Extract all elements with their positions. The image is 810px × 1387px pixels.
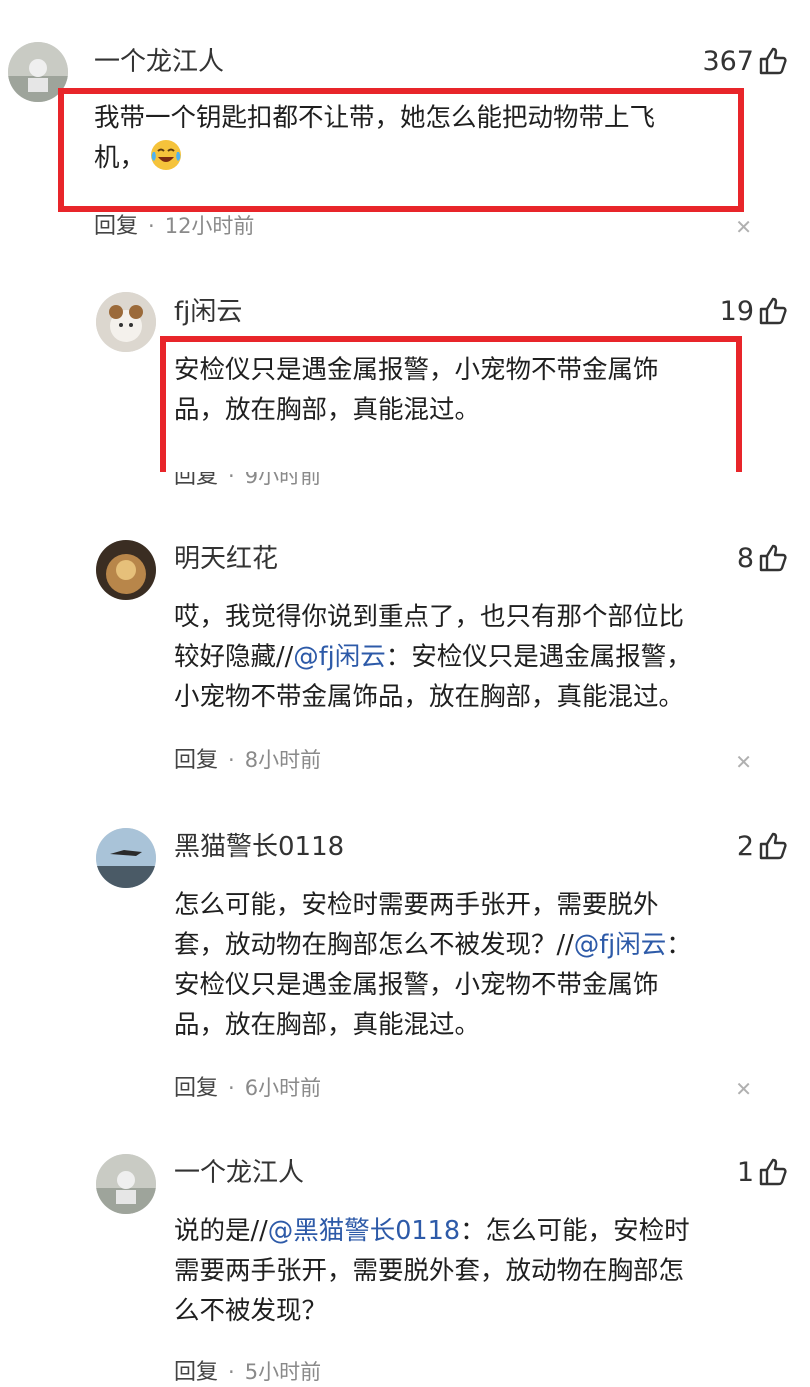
- avatar[interactable]: [96, 292, 156, 352]
- avatar[interactable]: [96, 828, 156, 888]
- thumbs-up-icon[interactable]: [758, 46, 788, 76]
- comment-text-line: 么不被发现？: [174, 1296, 328, 1326]
- separator-dot: ·: [228, 748, 235, 772]
- timestamp: 6小时前: [244, 1076, 322, 1100]
- close-icon[interactable]: ✕: [735, 752, 752, 772]
- thumbs-up-icon[interactable]: [758, 543, 788, 573]
- comment-text-line: 安检仪只是遇金属报警，小宠物不带金属饰: [174, 355, 659, 385]
- laughing-crying-emoji: [151, 140, 182, 170]
- highlight-box-cover: [166, 460, 736, 472]
- comment-text-fragment: ：安检仪只是遇金属报警，: [385, 642, 692, 672]
- comment-meta: 回复 · 12小时前: [94, 212, 254, 241]
- comment-text-line: 套，放动物在胸部怎么不被发现？//@fj闲云：: [174, 925, 692, 965]
- comment-text-line: 怎么可能，安检时需要两手张开，需要脱外: [174, 890, 659, 920]
- username[interactable]: 明天红花: [174, 542, 278, 576]
- avatar[interactable]: [8, 42, 68, 102]
- comment-text-line: 说的是//@黑猫警长0118：怎么可能，安检时: [174, 1211, 690, 1251]
- timestamp: 5小时前: [244, 1360, 322, 1384]
- timestamp: 12小时前: [164, 214, 255, 238]
- comment-meta: 回复 · 5小时前: [174, 1358, 321, 1387]
- comment-text-fragment: ：: [666, 930, 692, 960]
- username[interactable]: 一个龙江人: [174, 1156, 304, 1190]
- username[interactable]: 黑猫警长0118: [174, 830, 344, 864]
- mention-link[interactable]: @黑猫警长0118: [268, 1216, 460, 1246]
- comment-meta: 回复 · 6小时前: [174, 1074, 321, 1103]
- comment-text-line: 安检仪只是遇金属报警，小宠物不带金属饰: [174, 970, 659, 1000]
- separator-dot: ·: [228, 1360, 235, 1384]
- mention-link[interactable]: @fj闲云: [574, 930, 667, 960]
- like-count: 1: [736, 1157, 754, 1188]
- reply-button[interactable]: 回复: [94, 214, 138, 239]
- separator-dot: ·: [228, 1076, 235, 1100]
- username[interactable]: fj闲云: [174, 295, 242, 329]
- comment-text-fragment: 较好隐藏//: [174, 642, 294, 672]
- reply-button[interactable]: 回复: [174, 1076, 218, 1101]
- like-count: 19: [719, 296, 754, 327]
- thumbs-up-icon[interactable]: [758, 1157, 788, 1187]
- comment-text-line: 小宠物不带金属饰品，放在胸部，真能混过。: [174, 682, 685, 712]
- close-icon[interactable]: ✕: [735, 217, 752, 237]
- comment-text-line: 需要两手张开，需要脱外套，放动物在胸部怎: [174, 1256, 685, 1286]
- comment-text-fragment: 套，放动物在胸部怎么不被发现？//: [174, 930, 574, 960]
- reply-button[interactable]: 回复: [174, 1360, 218, 1385]
- reply-button[interactable]: 回复: [174, 748, 218, 773]
- like-count: 8: [736, 543, 754, 574]
- like-count: 367: [702, 46, 754, 77]
- mention-link[interactable]: @fj闲云: [293, 642, 386, 672]
- comment-text-line: 较好隐藏//@fj闲云：安检仪只是遇金属报警，: [174, 637, 692, 677]
- comment-text-line: 哎，我觉得你说到重点了，也只有那个部位比: [174, 602, 685, 632]
- comment-text-line: 机，: [94, 138, 183, 178]
- comment-text-line: 品，放在胸部，真能混过。: [174, 1010, 481, 1040]
- avatar[interactable]: [96, 1154, 156, 1214]
- comment-text-line: 品，放在胸部，真能混过。: [174, 395, 481, 425]
- comment-text-line: 我带一个钥匙扣都不让带，她怎么能把动物带上飞: [94, 103, 656, 133]
- comment-text-fragment: 机，: [94, 143, 146, 173]
- like-count: 2: [736, 831, 754, 862]
- username[interactable]: 一个龙江人: [94, 45, 224, 79]
- comment-text-fragment: ：怎么可能，安检时: [460, 1216, 690, 1246]
- separator-dot: ·: [148, 214, 155, 238]
- close-icon[interactable]: ✕: [735, 1079, 752, 1099]
- thumbs-up-icon[interactable]: [758, 296, 788, 326]
- comment-meta: 回复 · 8小时前: [174, 746, 321, 775]
- timestamp: 8小时前: [244, 748, 322, 772]
- thumbs-up-icon[interactable]: [758, 831, 788, 861]
- comment-text-fragment: 说的是//: [174, 1216, 268, 1246]
- avatar[interactable]: [96, 540, 156, 600]
